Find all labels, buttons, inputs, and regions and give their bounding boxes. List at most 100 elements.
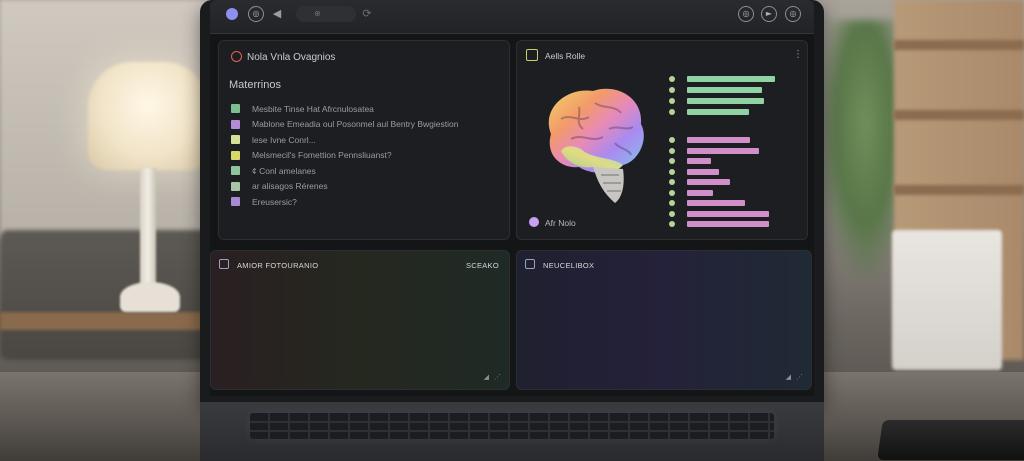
keyboard-row bbox=[250, 430, 774, 432]
bar bbox=[687, 189, 713, 196]
note-color-swatch bbox=[231, 104, 240, 113]
bar-row bbox=[669, 136, 750, 144]
panel-menu-icon[interactable]: ⋮ bbox=[793, 49, 803, 60]
note-list-item[interactable]: Ereusersic? bbox=[231, 196, 297, 207]
expand-icon[interactable]: ◢ bbox=[786, 373, 791, 381]
notes-panel-title: Nola Vnla Ovagnios bbox=[247, 52, 336, 63]
record-icon bbox=[231, 51, 242, 62]
background-cabinet bbox=[892, 230, 1002, 370]
bar bbox=[687, 147, 759, 154]
address-bar[interactable]: ⊕ bbox=[296, 6, 356, 22]
note-color-swatch bbox=[231, 135, 240, 144]
more-icon[interactable]: ⋰ bbox=[796, 373, 803, 381]
note-text: ar alisagos Rérenes bbox=[252, 181, 328, 191]
bar bbox=[687, 179, 730, 185]
shelf-board bbox=[894, 185, 1024, 195]
brain-panel-icon bbox=[526, 49, 538, 61]
brain-panel-title: Aells Rolle bbox=[545, 51, 586, 61]
bar-row bbox=[669, 189, 713, 197]
bar-dot bbox=[669, 109, 675, 115]
note-color-swatch bbox=[231, 197, 240, 206]
note-list-item[interactable]: ¢ Conl amelanes bbox=[231, 165, 316, 176]
note-list-item[interactable]: ar alisagos Rérenes bbox=[231, 181, 328, 192]
note-color-swatch bbox=[231, 166, 240, 175]
bar bbox=[687, 200, 745, 206]
waveform-panel-left: AMIOR FOTOURANIO SCEAKO ◢ ⋰ bbox=[210, 250, 510, 390]
note-color-swatch bbox=[231, 181, 240, 191]
bar bbox=[687, 98, 764, 104]
bar-row bbox=[669, 210, 769, 218]
note-list-item[interactable]: lese Ivne Conrl... bbox=[231, 134, 316, 145]
note-text: ¢ Conl amelanes bbox=[252, 165, 316, 176]
bar-dot bbox=[669, 98, 675, 104]
bar bbox=[687, 168, 719, 175]
bar-dot bbox=[669, 200, 675, 206]
browser-toolbar: ◎ ◀ ⊕ ⟳ ◎ ► ◎ bbox=[210, 0, 814, 34]
brain-panel-footer: Afr Nolo bbox=[545, 218, 576, 228]
bar-row bbox=[669, 157, 711, 165]
note-list-item[interactable]: Melsmecil's Fomettion Pennsliuanst? bbox=[231, 150, 392, 161]
notes-section-heading: Materrinos bbox=[229, 79, 281, 91]
bar-row bbox=[669, 199, 745, 207]
background-side-table bbox=[0, 312, 205, 330]
waveform-right bbox=[518, 274, 811, 371]
bar-dot bbox=[669, 158, 675, 164]
shelf-board bbox=[894, 110, 1024, 120]
note-text: lese Ivne Conrl... bbox=[252, 134, 316, 145]
address-text: ⊕ bbox=[314, 9, 321, 18]
bar-dot bbox=[669, 76, 675, 82]
bar bbox=[687, 137, 750, 143]
bar bbox=[687, 109, 749, 115]
notes-panel: Nola Vnla Ovagnios Materrinos Mesbite Ti… bbox=[218, 40, 510, 240]
note-list-item[interactable]: Mablone Emeadia oul Posonmel aul Bentry … bbox=[231, 119, 458, 130]
bar-dot bbox=[669, 137, 675, 143]
bar-row bbox=[669, 108, 749, 116]
bar-dot bbox=[669, 179, 675, 185]
bar-row bbox=[669, 86, 762, 94]
bar bbox=[687, 221, 769, 227]
settings-icon[interactable]: ◎ bbox=[785, 6, 801, 22]
bar bbox=[687, 87, 762, 93]
lamp-stem bbox=[140, 168, 156, 288]
bar-dot bbox=[669, 168, 675, 175]
bar-dot bbox=[669, 189, 675, 196]
bar bbox=[687, 158, 711, 164]
mic-icon bbox=[529, 217, 539, 227]
bar-row bbox=[669, 97, 764, 105]
laptop-screen: ◎ ◀ ⊕ ⟳ ◎ ► ◎ Nola Vnla Ovagnios Materri… bbox=[210, 0, 814, 396]
back-icon[interactable]: ◀ bbox=[270, 7, 284, 21]
note-list-item[interactable]: Mesbite Tinse Hat Afrcnulosatea bbox=[231, 103, 374, 114]
reload-icon[interactable]: ⟳ bbox=[360, 7, 374, 21]
brain-panel: Aells Rolle ⋮ Afr Nolo bbox=[516, 40, 808, 240]
app-dot-icon[interactable] bbox=[226, 8, 238, 20]
lamp-base bbox=[120, 282, 180, 312]
play-icon[interactable]: ► bbox=[761, 6, 777, 22]
bar-dot bbox=[669, 147, 675, 154]
waveform-left bbox=[212, 274, 509, 371]
bar-dot bbox=[669, 87, 675, 93]
brain-illustration bbox=[548, 88, 644, 203]
note-color-swatch bbox=[231, 119, 240, 129]
record-icon[interactable]: ◎ bbox=[738, 6, 754, 22]
bar-row bbox=[669, 75, 775, 83]
note-text: Ereusersic? bbox=[252, 196, 297, 207]
shelf-board bbox=[894, 40, 1024, 50]
note-color-swatch bbox=[231, 150, 240, 160]
note-text: Mesbite Tinse Hat Afrcnulosatea bbox=[252, 103, 374, 114]
bar-dot bbox=[669, 210, 675, 217]
bar-dot bbox=[669, 221, 675, 227]
note-text: Mablone Emeadia oul Posonmel aul Bentry … bbox=[252, 119, 459, 129]
note-text: Melsmecil's Fomettion Pennsliuanst? bbox=[252, 150, 392, 160]
bar-row bbox=[669, 220, 769, 228]
more-icon[interactable]: ⋰ bbox=[494, 373, 501, 381]
lamp-shade bbox=[88, 62, 208, 170]
bar bbox=[687, 210, 769, 217]
bar-row bbox=[669, 147, 759, 155]
laptop-keyboard bbox=[250, 413, 774, 439]
bar-row bbox=[669, 178, 730, 186]
keyboard-row bbox=[250, 421, 774, 423]
expand-icon[interactable]: ◢ bbox=[484, 373, 489, 381]
bar bbox=[687, 76, 775, 82]
power-icon[interactable]: ◎ bbox=[248, 6, 264, 22]
waveform-panel-right: NEUCELIBOX ◢ ⋰ bbox=[516, 250, 812, 390]
